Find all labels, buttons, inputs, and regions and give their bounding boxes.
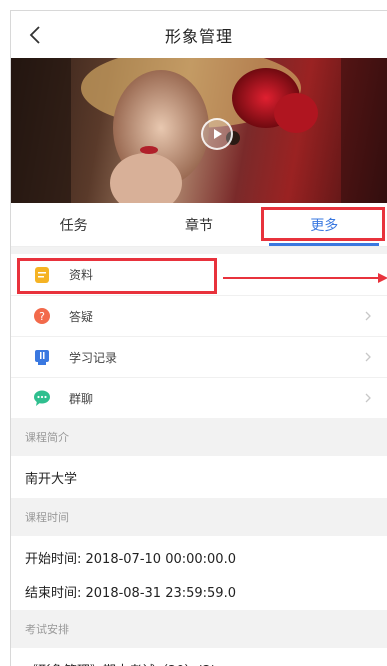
- question-icon: ?: [33, 307, 51, 325]
- active-tab-indicator: [269, 243, 379, 246]
- menu-item-label: 群聊: [69, 391, 94, 406]
- chevron-right-icon: [365, 352, 371, 362]
- chevron-left-icon: [29, 26, 40, 44]
- app-screen: 形象管理 任务 章节 更多 资料 ? 答疑 学习记录 群聊 课程简介 南开大学 …: [10, 10, 387, 666]
- menu-item-group-chat[interactable]: 群聊: [11, 377, 387, 418]
- video-player[interactable]: [11, 58, 387, 203]
- video-cover-image: [11, 58, 387, 203]
- menu-item-study-record[interactable]: 学习记录: [11, 336, 387, 377]
- annotation-arrow: [223, 273, 387, 283]
- tab-tasks[interactable]: 任务: [11, 203, 136, 246]
- course-start-time: 开始时间: 2018-07-10 00:00:00.0: [25, 552, 236, 567]
- page-title: 形象管理: [164, 26, 233, 46]
- chevron-right-icon: [365, 311, 371, 321]
- section-header-course-intro: 课程简介: [11, 418, 387, 456]
- document-icon: [33, 266, 51, 284]
- section-header-exam: 考试安排: [11, 610, 387, 648]
- course-intro-value: 南开大学: [25, 471, 78, 487]
- tab-chapters[interactable]: 章节: [136, 203, 261, 246]
- menu-item-qa[interactable]: ? 答疑: [11, 295, 387, 336]
- record-icon: [33, 348, 51, 366]
- menu-item-label: 答疑: [69, 309, 94, 324]
- back-button[interactable]: [25, 23, 47, 47]
- menu-item-label: 学习记录: [69, 350, 118, 365]
- chat-icon: [33, 389, 51, 407]
- tab-bar: 任务 章节 更多: [11, 203, 387, 247]
- chevron-right-icon: [365, 393, 371, 403]
- nav-bar: 形象管理: [11, 11, 387, 58]
- course-end-time: 结束时间: 2018-08-31 23:59:59.0: [25, 586, 236, 601]
- play-icon: [214, 129, 222, 139]
- svg-text:?: ?: [39, 310, 45, 323]
- spacer: [11, 247, 387, 254]
- play-button[interactable]: [201, 118, 233, 150]
- menu-item-label: 资料: [69, 268, 94, 282]
- section-header-course-time: 课程时间: [11, 498, 387, 536]
- more-menu: 资料 ? 答疑 学习记录 群聊: [11, 254, 387, 418]
- exam-item[interactable]: 《形象管理》期末考试（20）(2): [11, 648, 387, 666]
- tab-more[interactable]: 更多: [262, 203, 387, 246]
- menu-item-materials[interactable]: 资料: [11, 254, 387, 295]
